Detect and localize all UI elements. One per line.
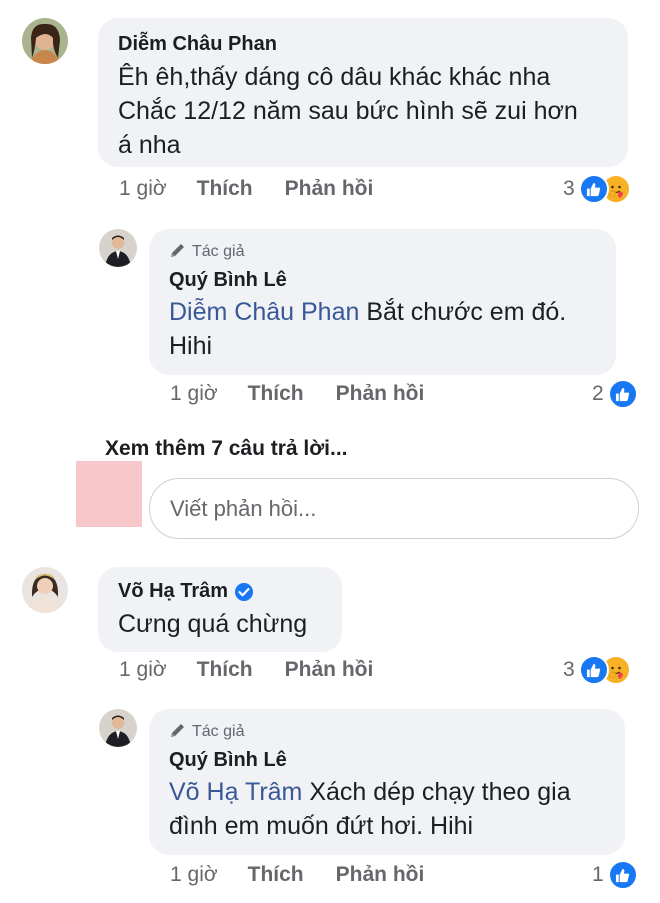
like-button[interactable]: Thích [197,177,253,201]
reply-input[interactable]: Viết phản hồi... [149,478,639,539]
commenter-name[interactable]: Võ Hạ Trâm [118,579,322,603]
comment-text: Cưng quá chừng [118,610,308,638]
reaction-count: 2 [592,382,604,405]
comment-text: Êh êh,thấy dáng cô dâu khác khác nha Chắ… [118,63,578,159]
reply-button[interactable]: Phản hồi [336,863,425,887]
reply-button[interactable]: Phản hồi [336,382,425,406]
reply-bubble-2: Tác giả Quý Bình Lê Võ Hạ Trâm Xách dép … [149,709,625,855]
like-button[interactable]: Thích [248,382,304,406]
timestamp[interactable]: 1 giờ [119,177,167,201]
reaction-summary-2[interactable]: 2 [592,379,638,409]
like-icon [607,860,638,890]
comment-bubble-2: Võ Hạ Trâm Cưng quá chừng [98,567,342,652]
reply-text: Diễm Châu Phan Bắt chước em đó. Hihi [169,298,567,360]
reaction-count: 3 [563,177,575,200]
avatar-quy-binh-le[interactable] [99,229,137,267]
author-badge: Tác giả [169,241,596,263]
reaction-summary-3[interactable]: 3 [563,655,631,685]
like-button[interactable]: Thích [248,863,304,887]
comment-bubble-1: Diễm Châu Phan Êh êh,thấy dáng cô dâu kh… [98,18,628,167]
like-icon [578,174,609,204]
like-button[interactable]: Thích [197,658,253,682]
timestamp[interactable]: 1 giờ [170,382,218,406]
reply-actions-1: 1 giờ Thích Phản hồi [170,382,424,406]
reply-bubble-1: Tác giả Quý Bình Lê Diễm Châu Phan Bắt c… [149,229,616,375]
see-more-replies-link[interactable]: Xem thêm 7 câu trả lời... [105,437,348,461]
author-badge: Tác giả [169,721,605,743]
commenter-name[interactable]: Quý Bình Lê [169,268,596,292]
like-icon [578,655,609,685]
reply-button[interactable]: Phản hồi [285,658,374,682]
reaction-summary-1[interactable]: 3 [563,174,631,204]
commenter-name[interactable]: Diễm Châu Phan [118,32,608,56]
redacted-avatar [76,461,142,527]
timestamp[interactable]: 1 giờ [170,863,218,887]
reply-placeholder: Viết phản hồi... [170,495,317,521]
verified-badge-icon [234,582,254,602]
comment-actions-2: 1 giờ Thích Phản hồi [119,658,373,682]
avatar-diem-chau-phan[interactable] [22,18,68,64]
reaction-count: 3 [563,658,575,681]
avatar-vo-ha-tram[interactable] [22,567,68,613]
timestamp[interactable]: 1 giờ [119,658,167,682]
commenter-name[interactable]: Quý Bình Lê [169,748,605,772]
comment-thread: Diễm Châu Phan Êh êh,thấy dáng cô dâu kh… [0,0,660,903]
reaction-summary-4[interactable]: 1 [592,860,638,890]
reaction-count: 1 [592,863,604,886]
reply-text: Võ Hạ Trâm Xách dép chạy theo gia đình e… [169,778,571,840]
mention-link[interactable]: Diễm Châu Phan [169,298,359,326]
mention-link[interactable]: Võ Hạ Trâm [169,778,302,806]
avatar-quy-binh-le[interactable] [99,709,137,747]
pencil-icon [169,721,187,744]
like-icon [607,379,638,409]
reply-actions-2: 1 giờ Thích Phản hồi [170,863,424,887]
reply-button[interactable]: Phản hồi [285,177,374,201]
pencil-icon [169,241,187,264]
comment-actions-1: 1 giờ Thích Phản hồi [119,177,373,201]
